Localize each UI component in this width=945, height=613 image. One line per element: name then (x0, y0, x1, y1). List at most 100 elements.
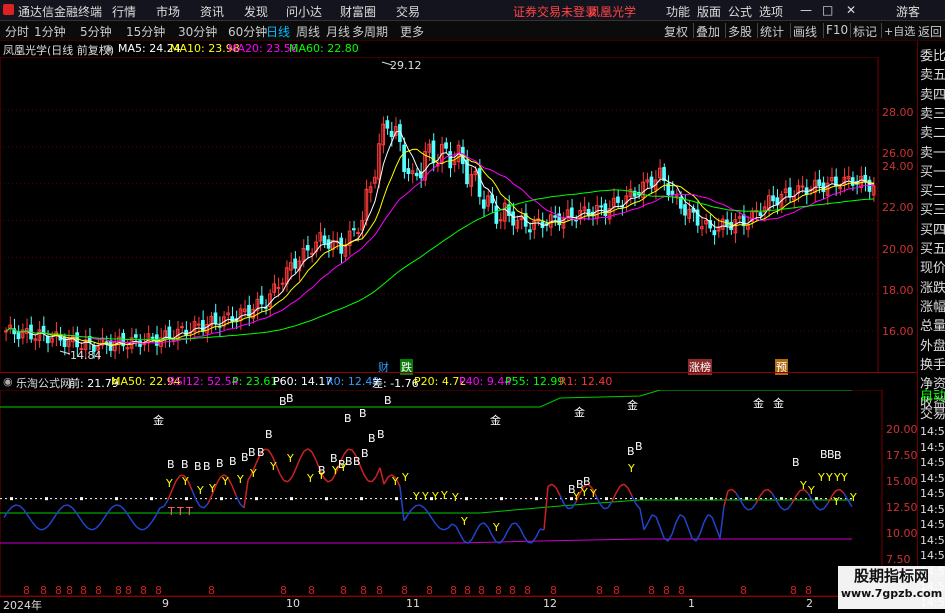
bottom-mark-20: 8 (478, 584, 485, 596)
panel-lower-0[interactable]: 自动 (920, 385, 945, 404)
indicator-seg (160, 506, 164, 507)
indicator-seg (616, 486, 620, 493)
panel-5[interactable]: 卖一 (920, 142, 945, 161)
white-dot (150, 497, 153, 500)
tool-fuquan[interactable]: 复权 (664, 23, 688, 40)
menu-zixun[interactable]: 资讯 (200, 3, 224, 20)
menu-hangqing[interactable]: 行情 (112, 3, 136, 20)
white-dot (360, 497, 363, 500)
indicator-seg (72, 507, 76, 512)
buy-label-28: B (792, 456, 800, 469)
candlestick-chart[interactable] (0, 57, 882, 373)
panel-7[interactable]: 买二 (920, 180, 945, 199)
candle-body (772, 196, 775, 201)
tool-biaoji[interactable]: 标记 (853, 23, 877, 40)
candle-body (46, 337, 49, 343)
panel-4[interactable]: 卖二 (920, 122, 945, 141)
minimize-icon[interactable]: — (800, 3, 812, 17)
panel-2[interactable]: 卖四 (920, 84, 945, 103)
panel-16[interactable]: 换手 (920, 354, 945, 373)
indicator-seg (748, 509, 752, 510)
y-label-3: Y (208, 482, 216, 495)
panel-9[interactable]: 买四 (920, 219, 945, 238)
buy-label-22: B (359, 407, 367, 420)
magenta-lower-line (0, 539, 852, 543)
bottom-mark-15: 8 (376, 584, 383, 596)
period-5min[interactable]: 5分钟 (80, 23, 112, 40)
panel-12[interactable]: 涨跌 (920, 277, 945, 296)
menu-gongneng[interactable]: 功能 (666, 3, 690, 20)
sub-p: P: 23.61 (232, 375, 277, 388)
panel-lower-1[interactable]: 交易 (920, 403, 945, 422)
tool-diejia[interactable]: 叠加 (696, 23, 720, 40)
buy-label-9: B (265, 428, 273, 441)
panel-time-7: 14:56 (920, 534, 945, 547)
panel-13[interactable]: 涨幅 (920, 296, 945, 315)
period-1min[interactable]: 1分钟 (34, 23, 66, 40)
panel-14[interactable]: 总量 (920, 315, 945, 334)
indicator-seg (684, 517, 688, 527)
panel-10[interactable]: 买五 (920, 238, 945, 257)
indicator-chart[interactable]: 金金金金金金BBBBBBBBBBBBBBBBBBBBBBBBBBBBBBBBYY… (0, 390, 885, 596)
menu-faxian[interactable]: 发现 (244, 3, 268, 20)
menu-gongshi[interactable]: 公式 (728, 3, 752, 20)
panel-1[interactable]: 卖五 (920, 64, 945, 83)
candle-body (126, 348, 129, 349)
indicator-seg (88, 528, 92, 530)
tool-duogu[interactable]: 多股 (728, 23, 752, 40)
candle-body (759, 213, 762, 216)
period-multi[interactable]: 多周期 (352, 23, 388, 40)
maximize-icon[interactable]: □ (822, 3, 833, 17)
login-notice[interactable]: 证券交易未登录 (513, 3, 597, 20)
menu-shichang[interactable]: 市场 (156, 3, 180, 20)
panel-11[interactable]: 现价 (920, 257, 945, 276)
app-name: 通达信金融终端 (18, 3, 102, 20)
indicator-seg (372, 477, 376, 482)
period-more[interactable]: 更多 (400, 23, 424, 40)
indicator-seg (788, 503, 792, 509)
period-fenshi[interactable]: 分时 (5, 23, 29, 40)
period-week[interactable]: 周线 (296, 23, 320, 40)
indicator-seg (360, 465, 364, 474)
ma-toggle-icon[interactable]: ◉ (104, 42, 114, 55)
menu-banmian[interactable]: 版面 (697, 3, 721, 20)
panel-8[interactable]: 买三 (920, 199, 945, 218)
period-60min[interactable]: 60分钟 (228, 23, 267, 40)
indicator-seg (484, 523, 488, 527)
tool-back[interactable]: 返回 (918, 23, 942, 40)
tool-f10[interactable]: F10 (826, 23, 848, 37)
period-15min[interactable]: 15分钟 (126, 23, 165, 40)
indicator-seg (452, 524, 456, 526)
period-30min[interactable]: 30分钟 (178, 23, 217, 40)
indicator-seg (640, 509, 644, 530)
tool-huaxian[interactable]: 画线 (793, 23, 817, 40)
menu-jiaoyi[interactable]: 交易 (396, 3, 420, 20)
y-label-14: Y (401, 471, 409, 484)
candle-body (151, 337, 154, 338)
panel-3[interactable]: 卖三 (920, 103, 945, 122)
stock-title: 凤凰光学(日线 前复权) (3, 42, 114, 58)
panel-0[interactable]: 委比 (920, 45, 945, 64)
period-day[interactable]: 日线 (266, 23, 290, 40)
panel-6[interactable]: 买一 (920, 161, 945, 180)
indicator-seg (760, 491, 764, 496)
tool-tongji[interactable]: 统计 (760, 23, 784, 40)
indicator-seg (300, 451, 304, 458)
user-label[interactable]: 游客 (896, 3, 920, 20)
indicator-seg (704, 515, 708, 523)
menu-xuanxiang[interactable]: 选项 (759, 3, 783, 20)
indicator-seg (512, 523, 516, 524)
gold-label-1: 金 (490, 413, 501, 427)
period-month[interactable]: 月线 (326, 23, 350, 40)
sub-toggle-icon[interactable]: ◉ (3, 375, 13, 388)
panel-15[interactable]: 外盘 (920, 335, 945, 354)
indicator-seg (644, 523, 648, 530)
close-icon[interactable]: ✕ (846, 3, 856, 17)
menu-wenxiaoda[interactable]: 问小达 (286, 3, 322, 20)
menu-caifuquan[interactable]: 财富圈 (340, 3, 376, 20)
indicator-seg (688, 527, 692, 538)
tool-add-watchlist[interactable]: +自选 (884, 23, 915, 39)
candle-body (801, 186, 804, 187)
bottom-mark-29: 8 (678, 584, 685, 596)
indicator-seg (16, 505, 20, 506)
